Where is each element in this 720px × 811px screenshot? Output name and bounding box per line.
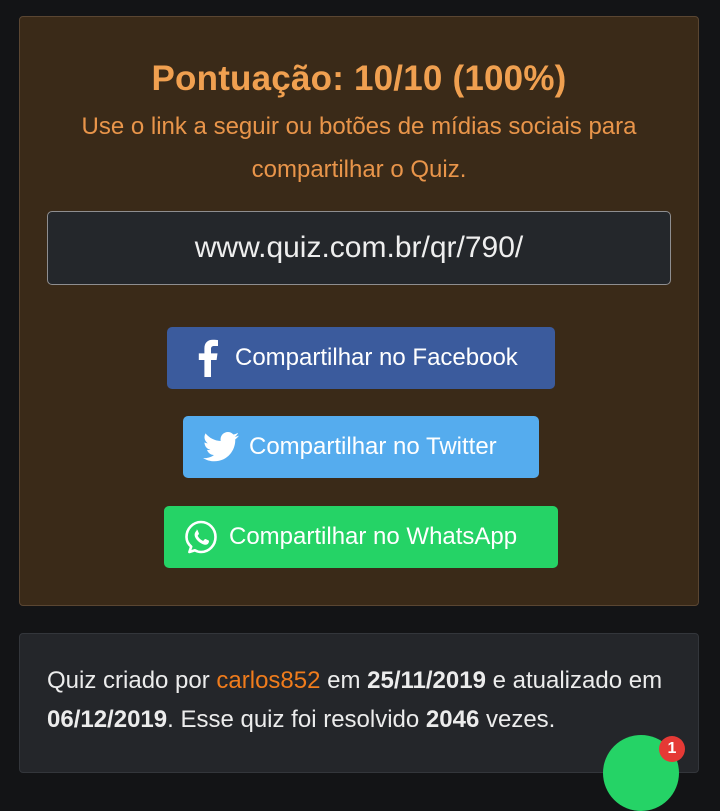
info-created-prefix: em bbox=[320, 667, 368, 694]
quiz-info-text: Quiz criado por carlos852 em 25/11/2019 … bbox=[47, 661, 687, 739]
share-link-field[interactable]: www.quiz.com.br/qr/790/ bbox=[47, 211, 671, 285]
share-whatsapp-label: Compartilhar no WhatsApp bbox=[229, 523, 518, 550]
share-facebook-label: Compartilhar no Facebook bbox=[235, 344, 518, 371]
share-whatsapp-button[interactable]: Compartilhar no WhatsApp bbox=[164, 506, 558, 568]
quiz-result-card: Pontuação: 10/10 (100%) Use o link a seg… bbox=[19, 16, 699, 606]
share-twitter-label: Compartilhar no Twitter bbox=[249, 433, 497, 460]
solved-count: 2046 bbox=[425, 706, 480, 733]
updated-date: 06/12/2019 bbox=[47, 706, 168, 733]
facebook-icon bbox=[187, 339, 229, 377]
share-facebook-button[interactable]: Compartilhar no Facebook bbox=[167, 327, 555, 389]
whatsapp-icon bbox=[181, 519, 221, 555]
info-solved-prefix: . Esse quiz foi resolvido bbox=[167, 706, 426, 733]
info-solved-suffix: vezes. bbox=[479, 706, 556, 733]
twitter-icon bbox=[201, 432, 241, 462]
share-twitter-button[interactable]: Compartilhar no Twitter bbox=[183, 416, 539, 478]
info-prefix: Quiz criado por bbox=[47, 667, 217, 694]
notification-badge: 1 bbox=[659, 736, 685, 762]
author-link[interactable]: carlos852 bbox=[216, 667, 320, 694]
quiz-info-card: Quiz criado por carlos852 em 25/11/2019 … bbox=[19, 633, 699, 773]
created-date: 25/11/2019 bbox=[367, 667, 486, 694]
info-updated-prefix: e atualizado em bbox=[485, 667, 663, 694]
share-instructions: Use o link a seguir ou botões de mídias … bbox=[81, 113, 637, 183]
score-heading: Pontuação: 10/10 (100%) bbox=[151, 59, 567, 98]
